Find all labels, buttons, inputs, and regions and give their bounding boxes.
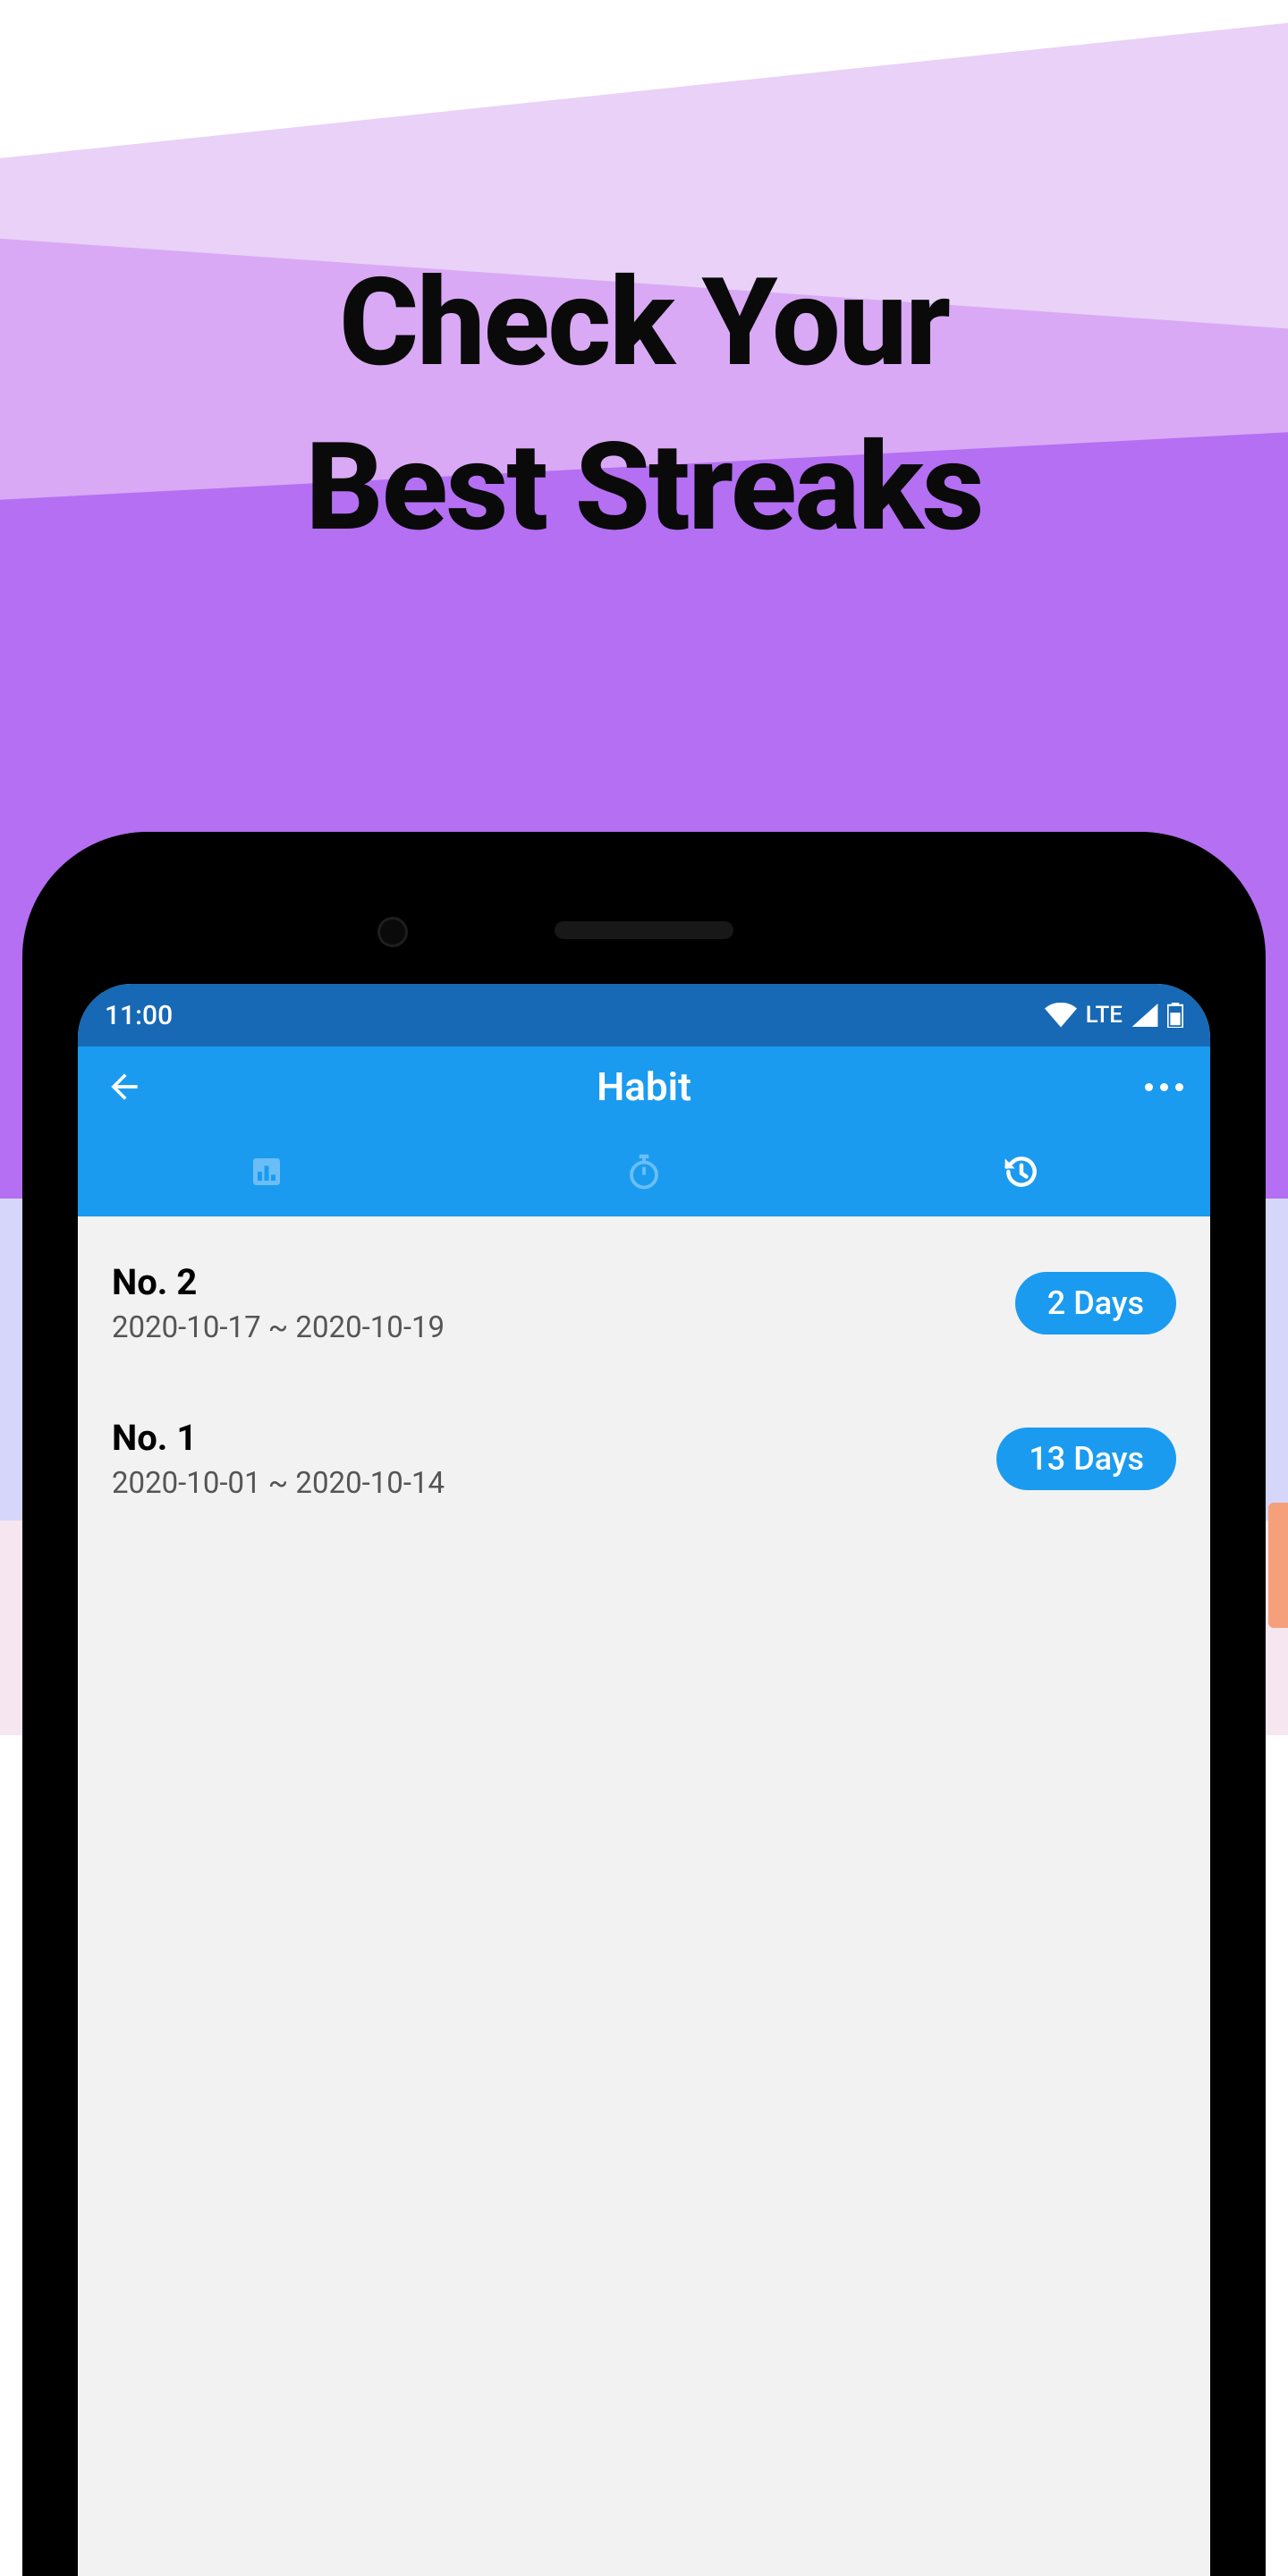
- list-item[interactable]: No. 2 2020-10-17 ~ 2020-10-19 2 Days: [78, 1225, 1210, 1381]
- status-time: 11:00: [105, 1000, 173, 1031]
- list-item[interactable]: No. 1 2020-10-01 ~ 2020-10-14 13 Days: [78, 1381, 1210, 1537]
- signal-icon: [1131, 1004, 1158, 1027]
- more-button[interactable]: [1145, 1083, 1183, 1091]
- more-dots-icon: [1145, 1083, 1153, 1091]
- status-bar: 11:00 LTE: [78, 984, 1210, 1046]
- back-button[interactable]: [105, 1067, 158, 1106]
- arrow-left-icon: [105, 1067, 144, 1106]
- streak-dates: 2020-10-01 ~ 2020-10-14: [112, 1466, 445, 1501]
- promo-line-1: Check Your: [339, 252, 949, 394]
- phone-screen: 11:00 LTE Habit: [78, 984, 1210, 2576]
- promo-line-2: Best Streaks: [305, 417, 982, 559]
- phone-camera: [380, 919, 405, 945]
- status-right: LTE: [1045, 1002, 1183, 1029]
- streak-rank: No. 1: [112, 1417, 445, 1459]
- bar-chart-icon: [249, 1154, 284, 1190]
- streak-info: No. 2 2020-10-17 ~ 2020-10-19: [112, 1261, 445, 1345]
- streak-dates: 2020-10-17 ~ 2020-10-19: [112, 1310, 445, 1345]
- promo-heading: Check Your Best Streaks: [0, 242, 1288, 570]
- phone-speaker: [555, 921, 733, 939]
- tab-timer[interactable]: [455, 1127, 833, 1216]
- bg-orange-accent: [1268, 1503, 1288, 1628]
- streak-info: No. 1 2020-10-01 ~ 2020-10-14: [112, 1417, 445, 1501]
- streak-rank: No. 2: [112, 1261, 445, 1303]
- tab-bar: [78, 1127, 1210, 1216]
- status-network: LTE: [1086, 1002, 1123, 1029]
- wifi-icon: [1045, 1003, 1077, 1028]
- streaks-list: No. 2 2020-10-17 ~ 2020-10-19 2 Days No.…: [78, 1216, 1210, 1537]
- tab-history[interactable]: [833, 1127, 1210, 1216]
- promo-canvas: Check Your Best Streaks 11:00 LTE: [0, 0, 1288, 2576]
- history-icon: [1002, 1152, 1041, 1191]
- app-title: Habit: [78, 1063, 1210, 1110]
- phone-device-frame: 11:00 LTE Habit: [22, 832, 1266, 2576]
- streak-duration-badge: 13 Days: [996, 1428, 1176, 1490]
- battery-icon: [1167, 1003, 1183, 1028]
- tab-stats[interactable]: [78, 1127, 455, 1216]
- stopwatch-icon: [625, 1153, 663, 1191]
- streak-duration-badge: 2 Days: [1015, 1272, 1176, 1335]
- app-bar: Habit: [78, 1046, 1210, 1127]
